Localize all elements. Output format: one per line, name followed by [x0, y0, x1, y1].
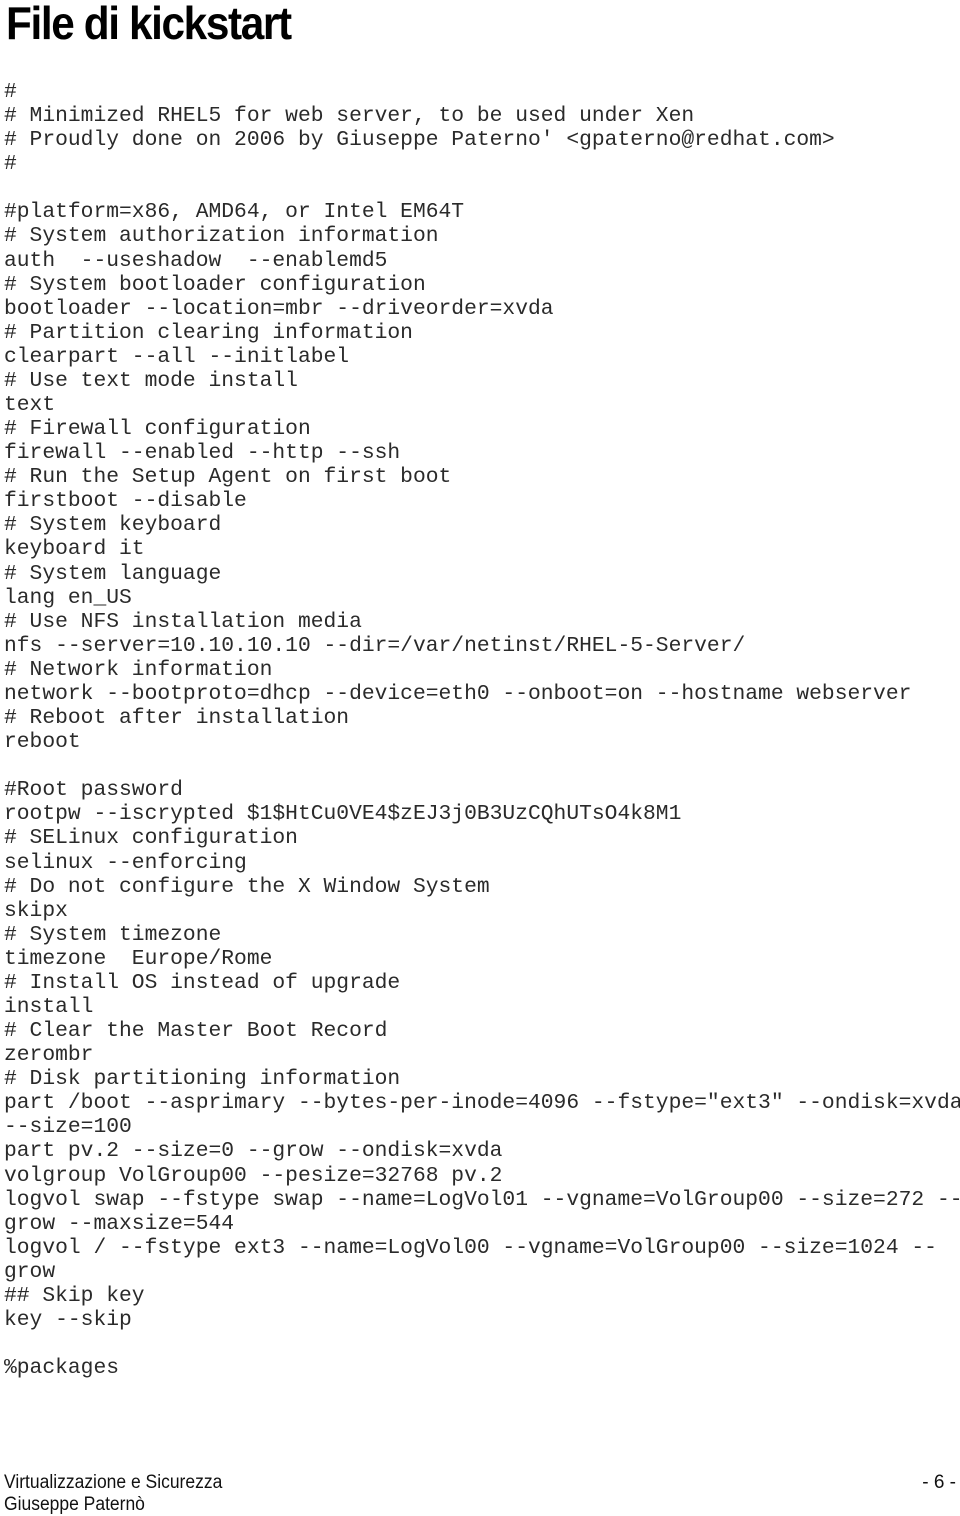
- code-line: logvol swap --fstype swap --name=LogVol0…: [4, 1187, 960, 1212]
- code-line: #: [4, 80, 17, 104]
- code-line: # System bootloader configuration: [4, 272, 426, 297]
- code-line: # Firewall configuration: [4, 417, 311, 442]
- code-line: lang en_US: [4, 585, 132, 610]
- code-line: timezone Europe/Rome: [4, 946, 273, 971]
- code-line: # Minimized RHEL5 for web server, to be …: [4, 104, 695, 129]
- code-line: auth --useshadow --enablemd5: [4, 248, 388, 273]
- code-line: grow: [4, 1259, 56, 1284]
- code-line: firewall --enabled --http --ssh: [4, 441, 401, 466]
- code-line: grow --maxsize=544: [4, 1211, 235, 1236]
- code-line: nfs --server=10.10.10.10 --dir=/var/neti…: [4, 633, 746, 658]
- code-line: # Run the Setup Agent on first boot: [4, 465, 452, 490]
- code-line: #platform=x86, AMD64, or Intel EM64T: [4, 200, 465, 225]
- code-line: # System language: [4, 561, 222, 586]
- code-line: # Use NFS installation media: [4, 609, 362, 634]
- code-line: clearpart --all --initlabel: [4, 344, 350, 369]
- footer-page-number: - 6 -: [922, 1472, 956, 1493]
- code-line: # Reboot after installation: [4, 706, 350, 731]
- code-line: selinux --enforcing: [4, 850, 247, 875]
- code-line: # Do not configure the X Window System: [4, 874, 490, 899]
- code-line: # Clear the Master Boot Record: [4, 1019, 388, 1044]
- code-line: # System timezone: [4, 922, 222, 947]
- code-line: #: [4, 152, 17, 177]
- code-line: volgroup VolGroup00 --pesize=32768 pv.2: [4, 1163, 503, 1188]
- footer-left: Virtualizzazione e Sicurezza Giuseppe Pa…: [4, 1472, 222, 1516]
- code-line: part pv.2 --size=0 --grow --ondisk=xvda: [4, 1139, 503, 1164]
- code-line: part /boot --asprimary --bytes-per-inode…: [4, 1091, 960, 1116]
- footer-author: Giuseppe Paternò: [4, 1494, 145, 1515]
- code-line: # Use text mode install: [4, 368, 298, 393]
- code-line: # System authorization information: [4, 224, 439, 249]
- code-line: keyboard it: [4, 537, 145, 562]
- code-line: # Partition clearing information: [4, 320, 413, 345]
- code-line: rootpw --iscrypted $1$HtCu0VE4$zEJ3j0B3U…: [4, 802, 682, 827]
- code-line: reboot: [4, 730, 81, 755]
- code-line: text: [4, 393, 56, 418]
- code-line: network --bootproto=dhcp --device=eth0 -…: [4, 681, 912, 706]
- code-line: %packages: [4, 1356, 120, 1381]
- code-line: # Disk partitioning information: [4, 1067, 401, 1092]
- code-line: --size=100: [4, 1115, 132, 1140]
- code-line: key --skip: [4, 1307, 132, 1332]
- code-line: # Network information: [4, 657, 273, 682]
- code-line: firstboot --disable: [4, 489, 247, 514]
- code-line: # System keyboard: [4, 513, 222, 538]
- kickstart-code-block: # # Minimized RHEL5 for web server, to be…: [4, 80, 960, 1380]
- code-line: install: [4, 994, 94, 1019]
- code-line: logvol / --fstype ext3 --name=LogVol00 -…: [4, 1235, 937, 1260]
- code-line: zerombr: [4, 1043, 94, 1068]
- code-line: #Root password: [4, 778, 183, 803]
- code-line: # Install OS instead of upgrade: [4, 970, 401, 995]
- code-line: bootloader --location=mbr --driveorder=x…: [4, 296, 554, 321]
- code-line: ## Skip key: [4, 1283, 145, 1308]
- code-line: skipx: [4, 898, 68, 923]
- code-line: # SELinux configuration: [4, 826, 298, 851]
- code-line: # Proudly done on 2006 by Giuseppe Pater…: [4, 128, 835, 153]
- page-title: File di kickstart: [6, 0, 292, 49]
- footer-course-name: Virtualizzazione e Sicurezza: [4, 1472, 223, 1493]
